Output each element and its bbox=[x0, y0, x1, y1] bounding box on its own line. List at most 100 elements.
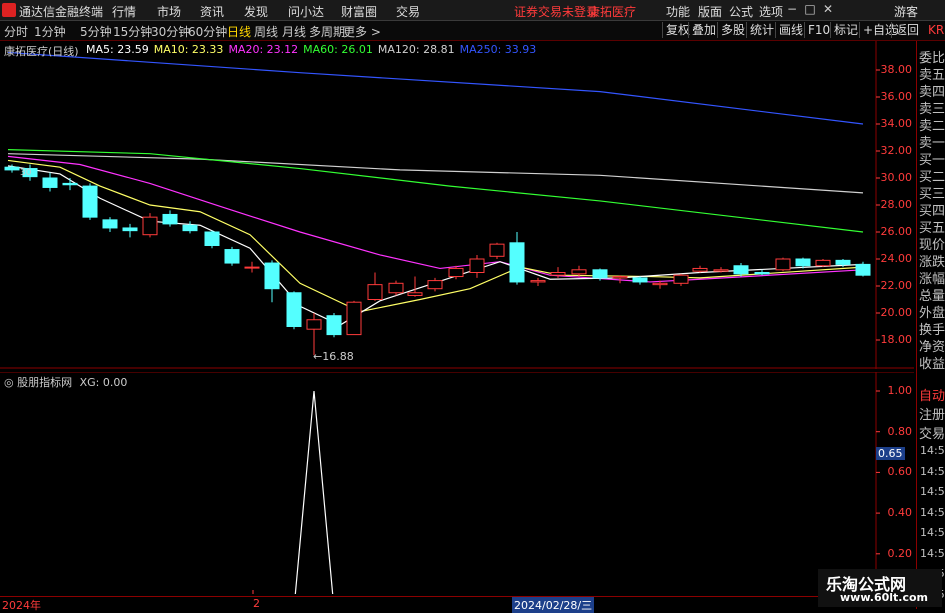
candle-up bbox=[530, 280, 546, 283]
tool-f10[interactable]: F10 bbox=[804, 22, 833, 38]
sub-y-tick-label: 0.60 bbox=[887, 465, 913, 479]
stock-name-link[interactable]: 康拓医疗 bbox=[588, 3, 636, 20]
candle-down bbox=[42, 177, 58, 188]
y-tick-label: 28.00 bbox=[880, 198, 913, 211]
period-30min[interactable]: 30分钟 bbox=[151, 23, 190, 40]
candle-up bbox=[692, 267, 708, 272]
period-tick[interactable]: 分时 bbox=[4, 23, 28, 40]
minimize-icon[interactable]: − bbox=[784, 2, 800, 18]
indicator-title: 股朋指标网 bbox=[17, 376, 73, 389]
login-warning[interactable]: 证券交易未登录 bbox=[514, 3, 598, 20]
menu-news[interactable]: 资讯 bbox=[200, 3, 224, 20]
indicator-value: XG: 0.00 bbox=[79, 376, 128, 389]
ma20-line bbox=[7, 155, 864, 283]
period-15min[interactable]: 15分钟 bbox=[113, 23, 152, 40]
candle-down bbox=[835, 259, 851, 265]
candle-up bbox=[571, 269, 587, 275]
candle-up bbox=[448, 267, 464, 278]
sub-y-tick-label: 1.00 bbox=[887, 384, 913, 397]
month-label: 2 bbox=[253, 597, 260, 610]
menu-discover[interactable]: 发现 bbox=[244, 3, 268, 20]
tool-stats[interactable]: 统计 bbox=[746, 22, 777, 38]
kline-chart[interactable]: 康拓医疗(日线) MA5: 23.59 MA10: 23.33 MA20: 23.1… bbox=[0, 41, 914, 369]
menu-formula[interactable]: 公式 bbox=[729, 3, 753, 20]
candle-down bbox=[592, 269, 608, 279]
close-icon[interactable]: ✕ bbox=[820, 2, 836, 18]
y-tick-label: 34.00 bbox=[880, 117, 913, 130]
watermark-url: www.60lt.com bbox=[840, 591, 929, 604]
tool-overlay[interactable]: 叠加 bbox=[688, 22, 719, 38]
sub-y-tick-label: 0.20 bbox=[887, 546, 913, 560]
menu-wealth[interactable]: 财富圈 bbox=[341, 3, 377, 20]
candle-down bbox=[326, 315, 342, 336]
candle-down bbox=[62, 182, 78, 186]
candle-down bbox=[204, 231, 220, 246]
guest-label[interactable]: 游客 bbox=[894, 3, 918, 20]
menu-trade[interactable]: 交易 bbox=[396, 3, 420, 20]
y-tick-label: 20.00 bbox=[880, 306, 913, 319]
candle-down bbox=[4, 166, 20, 171]
y-tick-label: 24.00 bbox=[880, 252, 913, 265]
collapse-icon[interactable]: ◎ bbox=[4, 376, 17, 389]
high-price-label: 30 bbox=[20, 168, 32, 178]
candle-down bbox=[182, 224, 198, 232]
menu-ask[interactable]: 问小达 bbox=[288, 3, 324, 20]
candle-up bbox=[713, 269, 729, 272]
ma-legend-item: MA60: 26.01 bbox=[303, 43, 373, 56]
maximize-icon[interactable]: □ bbox=[802, 2, 818, 18]
y-tick-label: 36.00 bbox=[880, 90, 913, 103]
period-60min[interactable]: 60分钟 bbox=[188, 23, 227, 40]
menu-market[interactable]: 行情 bbox=[112, 3, 136, 20]
period-daily[interactable]: 日线 bbox=[227, 23, 251, 40]
trade-time: 14:56 bbox=[920, 444, 945, 457]
period-5min[interactable]: 5分钟 bbox=[80, 23, 112, 40]
candle-up bbox=[367, 284, 383, 300]
candle-down bbox=[795, 258, 811, 267]
xg-signal-line bbox=[294, 390, 334, 594]
candle-up bbox=[306, 319, 322, 330]
date-axis-bar: 2024年 2 2024/02/28/三 bbox=[0, 596, 914, 613]
candle-down bbox=[122, 227, 138, 232]
period-multi[interactable]: 多周期 bbox=[309, 23, 345, 40]
sub-y-tick-label: 0.80 bbox=[887, 424, 913, 438]
candle-up bbox=[652, 282, 668, 286]
menu-markets[interactable]: 市场 bbox=[157, 3, 181, 20]
panel-tab[interactable]: 注册 bbox=[919, 404, 945, 423]
ma-legend-item: MA120: 28.81 bbox=[377, 43, 455, 56]
low-price-label: ←16.88 bbox=[313, 350, 354, 363]
period-1min[interactable]: 1分钟 bbox=[34, 23, 66, 40]
sub-y-tick-label: 0.40 bbox=[887, 506, 913, 520]
tool-back[interactable]: 返回 bbox=[891, 22, 922, 38]
period-more[interactable]: 更多 > bbox=[343, 23, 381, 40]
candle-up bbox=[612, 276, 628, 279]
menu-function[interactable]: 功能 bbox=[666, 3, 690, 20]
candle-down bbox=[509, 242, 525, 283]
candle-up bbox=[244, 266, 260, 269]
tool-multistock[interactable]: 多股 bbox=[717, 22, 748, 38]
kline-svg bbox=[0, 41, 914, 369]
ma5-line bbox=[7, 165, 864, 326]
trade-time: 14:56 bbox=[920, 464, 945, 478]
ma-legend-item: MA10: 23.33 bbox=[153, 43, 224, 56]
tool-draw[interactable]: 画线 bbox=[775, 22, 806, 38]
candle-down bbox=[102, 219, 118, 229]
candle-up bbox=[388, 282, 404, 294]
period-monthly[interactable]: 月线 bbox=[282, 23, 306, 40]
trade-time: 14:56 bbox=[920, 526, 945, 539]
y-tick-label: 26.00 bbox=[880, 225, 913, 238]
period-toolbar: 分时 1分钟 5分钟 15分钟 30分钟 60分钟 日线 周线 月线 多周期 更… bbox=[0, 21, 945, 41]
indicator-title-group: ◎ 股朋指标网 XG: 0.00 bbox=[4, 374, 127, 390]
period-weekly[interactable]: 周线 bbox=[254, 23, 278, 40]
app-name: 通达信金融终端 bbox=[19, 5, 104, 19]
tool-mark[interactable]: 标记 bbox=[830, 22, 861, 38]
quote-field-label: 收益 bbox=[919, 357, 945, 372]
indicator-svg bbox=[0, 372, 914, 594]
menu-options[interactable]: 选项 bbox=[759, 3, 783, 20]
panel-tab[interactable]: 自动 bbox=[919, 385, 945, 404]
menu-layout[interactable]: 版面 bbox=[698, 3, 722, 20]
indicator-chart[interactable]: ◎ 股朋指标网 XG: 0.00 1.00 0.80 0.60 0.40 0.20 0.… bbox=[0, 372, 914, 594]
candle-up bbox=[815, 259, 831, 267]
candle-down bbox=[733, 265, 749, 275]
panel-tab[interactable]: 交易 bbox=[919, 423, 945, 442]
y-tick-label: 32.00 bbox=[880, 144, 913, 157]
